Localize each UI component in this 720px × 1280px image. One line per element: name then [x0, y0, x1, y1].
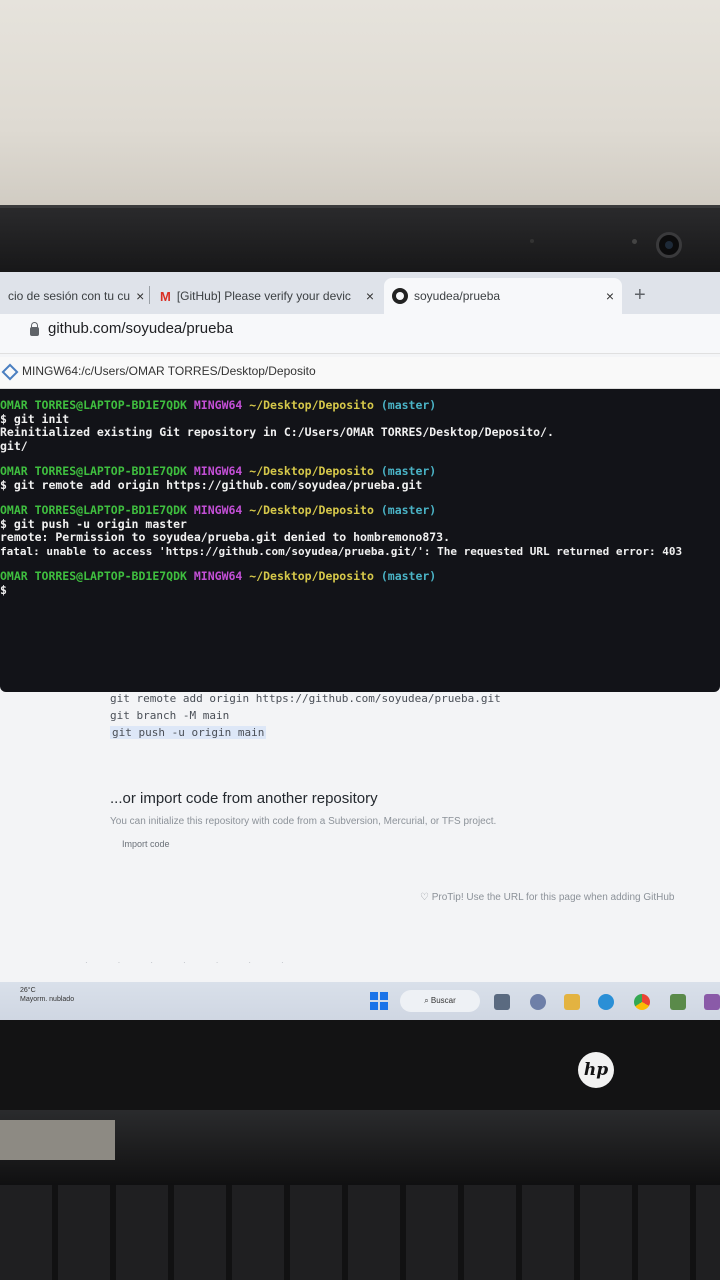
desk-surface [0, 1120, 115, 1160]
terminal-title-bar[interactable]: MINGW64:/c/Users/OMAR TORRES/Desktop/Dep… [0, 357, 720, 389]
sensor-dot [632, 239, 637, 244]
terminal-command: $ git remote add origin https://github.c… [0, 477, 423, 492]
import-heading: ...or import code from another repositor… [110, 790, 378, 807]
app-icon[interactable] [704, 994, 720, 1010]
footer-link[interactable]: · [216, 958, 219, 974]
terminal-prompt: OMAR TORRES@LAPTOP-BD1E7QDK MINGW64 ~/De… [0, 569, 437, 583]
laptop-keyboard [0, 1185, 720, 1280]
terminal-output: git/ [0, 438, 28, 453]
protip-text: ♡ ProTip! Use the URL for this page when… [420, 892, 675, 903]
footer-link[interactable]: · [85, 958, 88, 974]
terminal-input-line[interactable]: $ [0, 583, 716, 598]
terminal-command: $ git push -u origin master [0, 516, 187, 531]
close-icon[interactable]: × [360, 288, 374, 304]
code-line: git push -u origin main [110, 726, 267, 739]
gmail-icon: M [160, 288, 171, 304]
laptop-screen: cio de sesión con tu cu × M [GitHub] Ple… [0, 272, 720, 1022]
tab-separator [149, 286, 150, 304]
edge-icon[interactable] [598, 994, 614, 1010]
weather-widget[interactable]: 26°C Mayorm. nublado [20, 986, 74, 1004]
close-icon[interactable]: × [600, 288, 614, 304]
import-code-button[interactable]: Import code [110, 837, 182, 851]
webcam-icon [656, 232, 682, 258]
footer-link[interactable]: · [281, 958, 284, 974]
chrome-icon[interactable] [634, 994, 650, 1010]
weather-desc: Mayorm. nublado [20, 996, 75, 1003]
browser-tab-bar: cio de sesión con tu cu × M [GitHub] Ple… [0, 272, 720, 314]
weather-temp: 26°C [20, 987, 36, 994]
github-icon [392, 288, 408, 304]
task-view-icon[interactable] [494, 994, 510, 1010]
chat-icon[interactable] [530, 994, 546, 1010]
sensor-dot [530, 239, 534, 243]
footer-link[interactable]: · [150, 958, 153, 974]
file-explorer-icon[interactable] [564, 994, 580, 1010]
import-description: You can initialize this repository with … [110, 816, 497, 827]
terminal-window[interactable]: OMAR TORRES@LAPTOP-BD1E7QDK MINGW64 ~/De… [0, 389, 720, 692]
windows-taskbar: 26°C Mayorm. nublado ⌕ Buscar [0, 982, 720, 1022]
url-text[interactable]: github.com/soyudea/prueba [48, 320, 233, 337]
close-icon[interactable]: × [130, 288, 144, 304]
terminal-prompt: OMAR TORRES@LAPTOP-BD1E7QDK MINGW64 ~/De… [0, 398, 437, 412]
terminal-title: MINGW64:/c/Users/OMAR TORRES/Desktop/Dep… [22, 364, 316, 378]
code-line: git branch -M main [110, 709, 230, 722]
windows-start-icon[interactable] [370, 992, 388, 1010]
tab-label: [GitHub] Please verify your devic [176, 289, 351, 303]
lock-icon [30, 322, 39, 336]
footer-link[interactable]: · [183, 958, 186, 974]
new-tab-button[interactable]: + [634, 284, 646, 307]
taskbar-search[interactable]: ⌕ Buscar [400, 990, 480, 1012]
mingw-icon [1, 363, 19, 381]
footer-link[interactable]: · [118, 958, 121, 974]
terminal-error-output: fatal: unable to access 'https://github.… [0, 544, 683, 558]
browser-tab-login[interactable]: cio de sesión con tu cu × [0, 278, 148, 314]
hp-logo: hp [578, 1052, 614, 1088]
background-wall [0, 0, 720, 215]
browser-tab-github[interactable]: soyudea/prueba × [384, 278, 622, 314]
tab-label: soyudea/prueba [414, 289, 501, 303]
terminal-error-output: remote: Permission to soyudea/prueba.git… [0, 530, 451, 544]
tab-label: cio de sesión con tu cu [8, 289, 131, 303]
browser-tab-gmail[interactable]: M [GitHub] Please verify your devic × [152, 278, 382, 314]
terminal-prompt: OMAR TORRES@LAPTOP-BD1E7QDK MINGW64 ~/De… [0, 464, 437, 478]
terminal-command: $ git init [0, 411, 70, 426]
github-repo-page: git remote add origin https://github.com… [0, 692, 720, 982]
code-line: git remote add origin https://github.com… [110, 692, 501, 705]
address-bar[interactable]: github.com/soyudea/prueba [0, 314, 720, 354]
terminal-output: Reinitialized existing Git repository in… [0, 425, 554, 439]
laptop-top-bezel [0, 205, 720, 277]
app-icon[interactable] [670, 994, 686, 1010]
terminal-prompt: OMAR TORRES@LAPTOP-BD1E7QDK MINGW64 ~/De… [0, 503, 437, 517]
github-footer: · · · · · · · [85, 958, 720, 974]
footer-link[interactable]: · [248, 958, 251, 974]
